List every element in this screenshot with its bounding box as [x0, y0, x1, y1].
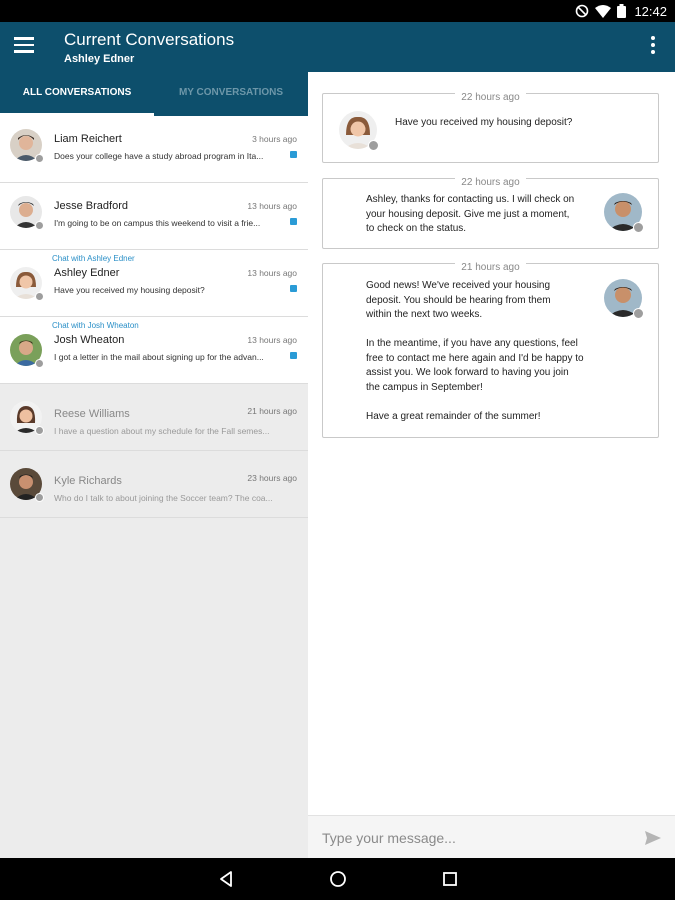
chat-panel: 22 hours ago Have you received my housin… [308, 72, 675, 858]
more-vert-icon[interactable] [649, 36, 657, 58]
message-timestamp: 22 hours ago [455, 177, 526, 188]
page-subtitle: Ashley Edner [64, 53, 135, 65]
conversation-preview: I'm going to be on campus this weekend t… [54, 218, 261, 228]
message-text: Have you received my housing deposit? [395, 117, 573, 128]
battery-icon [617, 4, 627, 18]
conversation-preview: I got a letter in the mail about signing… [54, 352, 264, 362]
send-icon[interactable] [643, 828, 663, 848]
avatar [339, 111, 379, 151]
conversation-preview: Who do I talk to about joining the Socce… [54, 493, 273, 503]
conversation-time: 13 hours ago [247, 201, 297, 211]
message-timestamp: 21 hours ago [455, 262, 526, 273]
message-card: 22 hours ago Ashley, thanks for contacti… [322, 177, 659, 249]
wifi-icon [595, 4, 612, 18]
message-composer [308, 815, 675, 858]
conversation-name: Jesse Bradford [54, 200, 128, 212]
message-input[interactable] [322, 828, 622, 848]
message-card: 22 hours ago Have you received my housin… [322, 92, 659, 163]
conversation-tabs: ALL CONVERSATIONS MY CONVERSATIONS [0, 72, 308, 116]
message-timestamp: 22 hours ago [455, 92, 526, 103]
conversation-item[interactable]: Reese Williams 21 hours ago I have a que… [0, 384, 308, 451]
unread-indicator [290, 352, 297, 359]
page-title: Current Conversations [64, 30, 235, 49]
conversation-item[interactable]: Jesse Bradford 13 hours ago I'm going to… [0, 183, 308, 250]
avatar [10, 196, 44, 230]
tab-my-conversations[interactable]: MY CONVERSATIONS [154, 72, 308, 116]
avatar [10, 334, 44, 368]
avatar [604, 193, 644, 233]
conversation-time: 23 hours ago [247, 473, 297, 483]
unread-indicator [290, 218, 297, 225]
chat-with-label: Chat with Ashley Edner [52, 254, 135, 263]
status-time: 12:42 [634, 3, 667, 19]
message-text: Ashley, thanks for contacting us. I will… [366, 194, 575, 234]
avatar [10, 468, 44, 502]
avatar [10, 129, 44, 163]
tab-all-conversations[interactable]: ALL CONVERSATIONS [0, 72, 154, 116]
conversation-item[interactable]: Chat with Ashley Edner Ashley Edner 13 h… [0, 250, 308, 317]
conversation-name: Liam Reichert [54, 133, 122, 145]
dnd-icon [576, 4, 589, 18]
conversation-item[interactable]: Chat with Josh Wheaton Josh Wheaton 13 h… [0, 317, 308, 384]
navigation-bar [0, 858, 675, 900]
avatar [10, 401, 44, 435]
conversation-time: 21 hours ago [247, 406, 297, 416]
conversation-list: Liam Reichert 3 hours ago Does your coll… [0, 116, 308, 858]
conversation-name: Reese Williams [54, 408, 130, 420]
conversation-name: Josh Wheaton [54, 334, 125, 346]
conversation-name: Kyle Richards [54, 475, 122, 487]
conversation-name: Ashley Edner [54, 267, 120, 279]
conversation-preview: I have a question about my schedule for … [54, 426, 270, 436]
conversation-time: 13 hours ago [247, 335, 297, 345]
recents-icon[interactable] [440, 869, 460, 889]
conversation-item[interactable]: Liam Reichert 3 hours ago Does your coll… [0, 116, 308, 183]
unread-indicator [290, 151, 297, 158]
status-bar: 12:42 [0, 0, 675, 22]
back-icon[interactable] [217, 869, 237, 889]
conversation-preview: Have you received my housing deposit? [54, 285, 205, 295]
conversation-time: 3 hours ago [252, 134, 297, 144]
conversation-time: 13 hours ago [247, 268, 297, 278]
avatar [604, 279, 644, 319]
conversation-preview: Does your college have a study abroad pr… [54, 151, 264, 161]
app-bar: Current Conversations Ashley Edner [0, 22, 675, 72]
conversation-item[interactable]: Kyle Richards 23 hours ago Who do I talk… [0, 451, 308, 518]
unread-indicator [290, 285, 297, 292]
hamburger-menu-icon[interactable] [14, 37, 36, 57]
message-text: Good news! We've received your housing d… [366, 280, 584, 422]
home-icon[interactable] [328, 869, 348, 889]
chat-with-label: Chat with Josh Wheaton [52, 321, 139, 330]
message-card: 21 hours ago Good news! We've received y… [322, 262, 659, 438]
avatar [10, 267, 44, 301]
